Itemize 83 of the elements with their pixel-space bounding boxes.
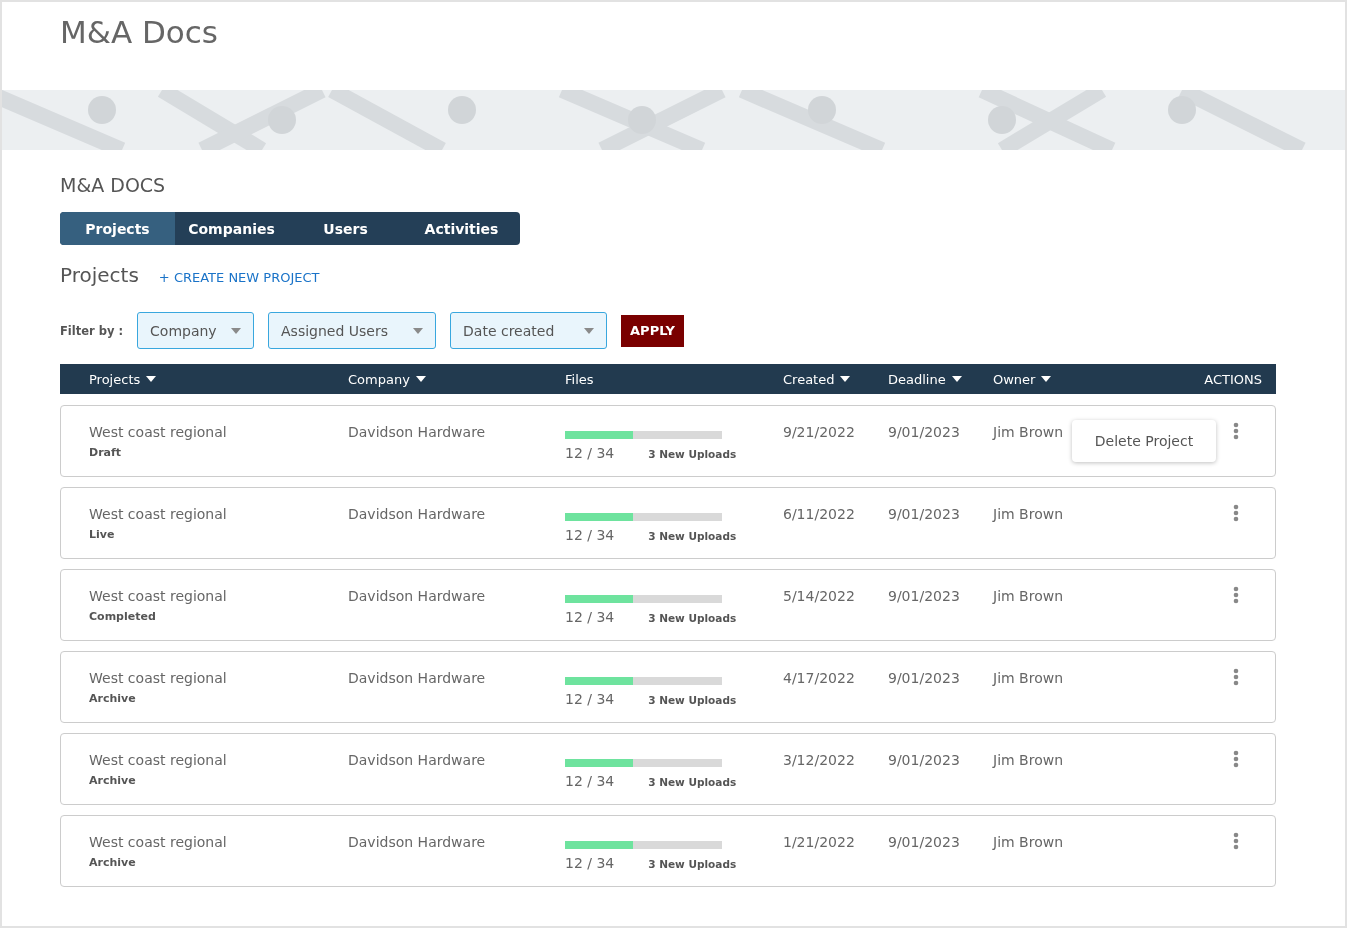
caret-icon xyxy=(415,376,426,382)
caret-icon xyxy=(584,327,595,334)
deadline-date: 9/01/2023 xyxy=(888,834,960,850)
tab[interactable]: Companies xyxy=(175,212,288,245)
owner-name: Jim Brown xyxy=(993,834,1064,850)
new-uploads: 3 New Uploads xyxy=(648,694,737,706)
owner-name: Jim Brown xyxy=(993,588,1064,604)
files-count: 12 / 34 xyxy=(565,445,615,461)
deadline-date: 9/01/2023 xyxy=(888,670,960,686)
column-header[interactable]: Deadline xyxy=(888,371,993,387)
column-header[interactable]: Owner xyxy=(993,371,1205,387)
new-uploads: 3 New Uploads xyxy=(648,530,737,542)
filter-dropdown[interactable]: Date created xyxy=(450,312,608,349)
column-header[interactable]: Projects xyxy=(89,371,348,387)
owner-name: Jim Brown xyxy=(993,424,1064,440)
company-name: Davidson Hardware xyxy=(348,424,486,440)
column-header[interactable]: Company xyxy=(348,371,565,387)
column-header: Files xyxy=(565,371,595,387)
caret-icon xyxy=(1041,376,1052,382)
new-uploads: 3 New Uploads xyxy=(648,776,737,788)
page-title: Projects xyxy=(60,263,139,287)
created-date: 3/12/2022 xyxy=(783,752,855,768)
more-options-icon[interactable] xyxy=(1233,422,1239,440)
section-title: M&A DOCS xyxy=(60,174,166,196)
tab[interactable]: Activities xyxy=(403,212,520,245)
deadline-date: 9/01/2023 xyxy=(888,752,960,768)
owner-name: Jim Brown xyxy=(993,670,1064,686)
created-date: 1/21/2022 xyxy=(783,834,855,850)
tab[interactable]: Projects xyxy=(60,212,175,245)
project-status: Archive xyxy=(89,692,136,705)
owner-name: Jim Brown xyxy=(993,752,1064,768)
more-options-icon[interactable] xyxy=(1233,832,1239,850)
caret-icon xyxy=(146,376,157,382)
new-uploads: 3 New Uploads xyxy=(648,858,737,870)
created-date: 5/14/2022 xyxy=(783,588,855,604)
filter-label: Filter by : xyxy=(60,323,124,338)
tab[interactable]: Users xyxy=(288,212,403,245)
caret-icon xyxy=(840,376,851,382)
company-name: Davidson Hardware xyxy=(348,588,486,604)
more-options-icon[interactable] xyxy=(1233,504,1239,522)
more-options-icon[interactable] xyxy=(1233,668,1239,686)
created-date: 4/17/2022 xyxy=(783,670,855,686)
created-date: 6/11/2022 xyxy=(783,506,855,522)
project-name: West coast regional xyxy=(89,752,227,768)
caret-icon xyxy=(413,327,424,334)
owner-name: Jim Brown xyxy=(993,506,1064,522)
project-status: Archive xyxy=(89,856,136,869)
deadline-date: 9/01/2023 xyxy=(888,424,960,440)
column-header[interactable]: Created xyxy=(783,371,888,387)
new-uploads: 3 New Uploads xyxy=(648,448,737,460)
project-name: West coast regional xyxy=(89,670,227,686)
caret-icon xyxy=(231,327,242,334)
more-options-icon[interactable] xyxy=(1233,750,1239,768)
project-status: Draft xyxy=(89,446,122,459)
files-count: 12 / 34 xyxy=(565,855,615,871)
filter-dropdown[interactable]: Assigned Users xyxy=(268,312,437,349)
create-project-link[interactable]: + CREATE NEW PROJECT xyxy=(158,270,320,285)
column-header: ACTIONS xyxy=(1204,371,1262,387)
project-name: West coast regional xyxy=(89,588,227,604)
app-title: M&A Docs xyxy=(60,14,218,50)
project-name: West coast regional xyxy=(89,506,227,522)
project-name: West coast regional xyxy=(89,834,227,850)
caret-icon xyxy=(951,376,962,382)
files-count: 12 / 34 xyxy=(565,691,615,707)
created-date: 9/21/2022 xyxy=(783,424,855,440)
project-status: Live xyxy=(89,528,115,541)
apply-button[interactable]: APPLY xyxy=(621,314,684,347)
deadline-date: 9/01/2023 xyxy=(888,506,960,522)
project-status: Completed xyxy=(89,610,156,623)
more-options-icon[interactable] xyxy=(1233,586,1239,604)
menu-item[interactable]: Delete Project xyxy=(1094,433,1194,449)
project-status: Archive xyxy=(89,774,136,787)
files-count: 12 / 34 xyxy=(565,609,615,625)
company-name: Davidson Hardware xyxy=(348,506,486,522)
files-count: 12 / 34 xyxy=(565,527,615,543)
company-name: Davidson Hardware xyxy=(348,834,486,850)
filter-dropdown[interactable]: Company xyxy=(137,312,255,349)
new-uploads: 3 New Uploads xyxy=(648,612,737,624)
company-name: Davidson Hardware xyxy=(348,752,486,768)
project-name: West coast regional xyxy=(89,424,227,440)
company-name: Davidson Hardware xyxy=(348,670,486,686)
files-count: 12 / 34 xyxy=(565,773,615,789)
deadline-date: 9/01/2023 xyxy=(888,588,960,604)
